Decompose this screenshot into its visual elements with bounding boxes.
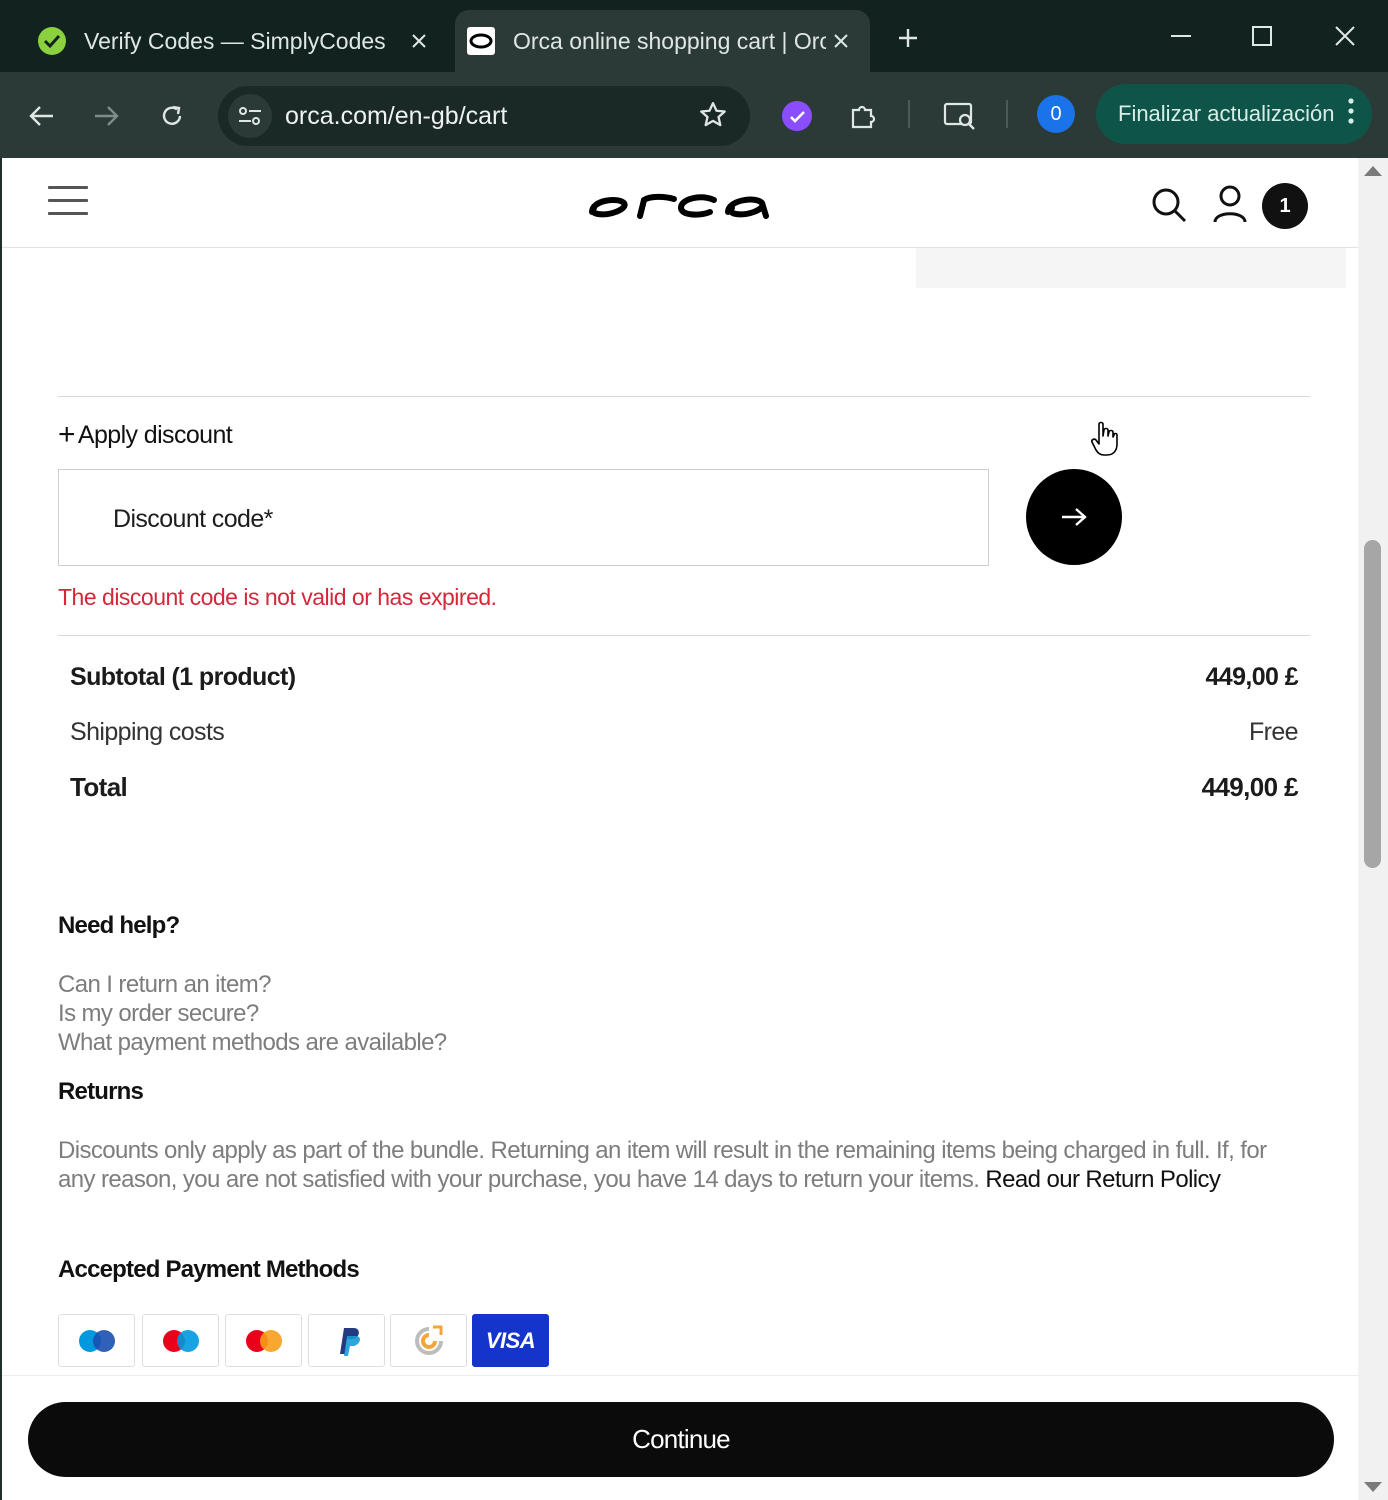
orca-logo[interactable] <box>588 186 770 227</box>
total-value: 449,00 £ <box>1201 772 1299 802</box>
sticky-checkout-bar: Continue <box>2 1375 1358 1500</box>
return-policy-link[interactable]: Read our Return Policy <box>985 1166 1221 1193</box>
returns-heading: Returns <box>58 1078 144 1105</box>
plus-icon: + <box>58 418 76 451</box>
scrollbar-thumb[interactable] <box>1364 540 1381 868</box>
apply-discount-toggle[interactable]: + Apply discount <box>58 418 233 451</box>
screen-search-icon[interactable] <box>938 94 982 138</box>
extension-coupon-icon[interactable] <box>775 94 819 138</box>
total-label: Total <box>70 772 128 802</box>
faq-link-return[interactable]: Can I return an item? <box>58 971 271 999</box>
page-scrollbar[interactable] <box>1358 158 1388 1500</box>
search-icon[interactable] <box>1150 186 1188 229</box>
update-label: Finalizar actualización <box>1118 101 1335 126</box>
scroll-down-arrow-icon[interactable] <box>1364 1482 1382 1492</box>
finish-update-button[interactable]: Finalizar actualización <box>1096 84 1372 144</box>
shipping-label: Shipping costs <box>70 718 225 746</box>
apply-discount-button[interactable] <box>1026 469 1122 565</box>
continue-button[interactable]: Continue <box>28 1402 1334 1477</box>
tab-simplycodes[interactable]: Verify Codes — SimplyCodes <box>18 10 448 72</box>
reload-icon[interactable] <box>150 94 194 138</box>
scroll-up-arrow-icon[interactable] <box>1364 166 1382 176</box>
subtotal-label: Subtotal (1 product) <box>70 663 296 691</box>
divider <box>58 635 1310 636</box>
forward-icon[interactable] <box>84 94 128 138</box>
address-bar[interactable]: orca.com/en-gb/cart <box>218 86 750 146</box>
tab-title: Verify Codes — SimplyCodes <box>84 27 386 54</box>
subtotal-value: 449,00 £ <box>1205 663 1298 691</box>
profile-avatar[interactable]: 0 <box>1037 95 1075 133</box>
arrow-right-icon <box>1062 508 1087 526</box>
hand-cursor-icon <box>1090 421 1120 462</box>
menu-hamburger-icon[interactable] <box>48 186 88 220</box>
maestro-icon <box>142 1314 219 1367</box>
shipping-value: Free <box>1248 718 1299 746</box>
account-icon[interactable] <box>1212 184 1248 229</box>
visa-icon: VISA <box>472 1314 549 1367</box>
toolbar-divider <box>908 100 910 128</box>
browser-menu-icon[interactable] <box>1348 98 1354 130</box>
google-pay-icon <box>390 1314 467 1367</box>
url-text: orca.com/en-gb/cart <box>285 102 508 130</box>
maestro-icon <box>58 1314 135 1367</box>
cart-item-panel-bottom <box>916 248 1346 288</box>
simplycodes-icon <box>36 25 68 57</box>
toolbar-divider <box>1006 100 1008 128</box>
close-window-icon[interactable] <box>1323 14 1367 58</box>
site-settings-icon[interactable] <box>228 94 272 138</box>
close-tab-icon[interactable] <box>404 26 434 56</box>
extensions-puzzle-icon[interactable] <box>841 94 885 138</box>
divider <box>58 396 1310 397</box>
paypal-icon <box>308 1314 385 1367</box>
minimize-icon[interactable] <box>1159 14 1203 58</box>
total-row: Total 449,00 £ <box>70 772 1299 803</box>
tab-title: Orca online shopping cart | Orca <box>513 27 826 54</box>
maximize-icon[interactable] <box>1240 14 1284 58</box>
discount-code-placeholder: Discount code* <box>113 505 273 533</box>
page-viewport: 1 + Apply discount Discount code* The di… <box>2 158 1358 1500</box>
tab-orca-cart[interactable]: Orca online shopping cart | Orca <box>455 10 870 72</box>
close-tab-icon[interactable] <box>826 26 856 56</box>
browser-toolbar: orca.com/en-gb/cart Finalizar actualizac… <box>0 72 1388 158</box>
new-tab-icon[interactable] <box>890 20 926 56</box>
apply-discount-label: Apply discount <box>77 420 233 449</box>
help-heading: Need help? <box>58 912 180 939</box>
payment-methods-heading: Accepted Payment Methods <box>58 1256 360 1283</box>
site-header: 1 <box>2 158 1358 248</box>
discount-code-input[interactable]: Discount code* <box>58 469 989 566</box>
orca-icon <box>465 25 497 57</box>
subtotal-row: Subtotal (1 product) 449,00 £ <box>70 663 1299 692</box>
discount-error-message: The discount code is not valid or has ex… <box>58 584 497 610</box>
back-icon[interactable] <box>20 94 64 138</box>
faq-link-secure[interactable]: Is my order secure? <box>58 1000 259 1028</box>
bookmark-star-icon[interactable] <box>698 100 728 135</box>
mastercard-icon <box>225 1314 302 1367</box>
faq-link-payment[interactable]: What payment methods are available? <box>58 1029 447 1057</box>
browser-tab-bar: Verify Codes — SimplyCodes Orca online s… <box>0 0 1388 72</box>
returns-description: Discounts only apply as part of the bund… <box>58 1136 1308 1194</box>
cart-count-badge[interactable]: 1 <box>1262 183 1308 229</box>
shipping-row: Shipping costs Free <box>70 718 1299 747</box>
